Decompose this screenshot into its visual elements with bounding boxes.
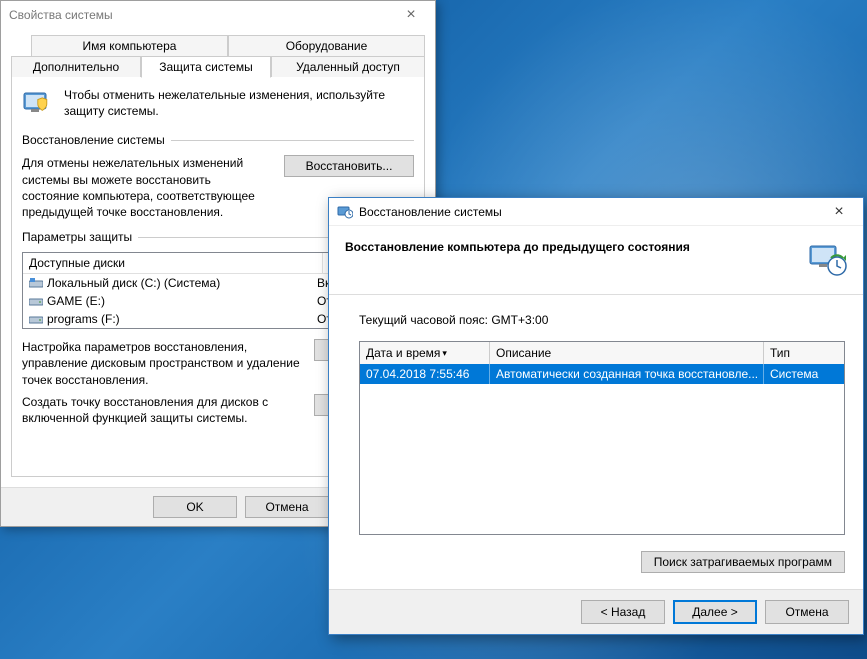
cell-datetime: 07.04.2018 7:55:46 bbox=[360, 364, 490, 384]
col-type[interactable]: Тип bbox=[764, 342, 844, 364]
sort-desc-icon: ▾ bbox=[442, 348, 447, 359]
restore-point-row[interactable]: 07.04.2018 7:55:46 Автоматически созданн… bbox=[360, 364, 844, 384]
drive-name: GAME (E:) bbox=[47, 294, 105, 308]
cancel-button[interactable]: Отмена bbox=[765, 600, 849, 624]
window-title: Свойства системы bbox=[9, 8, 113, 22]
col-datetime[interactable]: Дата и время▾ bbox=[360, 342, 490, 364]
wizard-heading: Восстановление компьютера до предыдущего… bbox=[345, 240, 795, 254]
section-restore-label: Восстановление системы bbox=[22, 133, 414, 147]
tab-system-protection[interactable]: Защита системы bbox=[141, 56, 271, 78]
window-title: Восстановление системы bbox=[359, 205, 502, 219]
restore-button[interactable]: Восстановить... bbox=[284, 155, 414, 177]
ok-button[interactable]: OK bbox=[153, 496, 237, 518]
intro-text: Чтобы отменить нежелательные изменения, … bbox=[64, 87, 414, 119]
titlebar[interactable]: Восстановление системы × bbox=[329, 198, 863, 226]
close-icon[interactable]: × bbox=[819, 203, 859, 221]
restore-points-table: Дата и время▾ Описание Тип 07.04.2018 7:… bbox=[359, 341, 845, 535]
computer-clock-icon bbox=[807, 240, 847, 280]
configure-description: Настройка параметров восстановления, упр… bbox=[22, 339, 300, 388]
next-button[interactable]: Далее > bbox=[673, 600, 757, 624]
col-drives[interactable]: Доступные диски bbox=[23, 253, 323, 273]
cancel-button[interactable]: Отмена bbox=[245, 496, 329, 518]
tab-hardware[interactable]: Оборудование bbox=[228, 35, 425, 56]
create-description: Создать точку восстановления для дисков … bbox=[22, 394, 300, 426]
drive-name: programs (F:) bbox=[47, 312, 120, 326]
restore-description: Для отмены нежелательных изменений систе… bbox=[22, 155, 268, 220]
drive-icon bbox=[29, 296, 43, 306]
col-description[interactable]: Описание bbox=[490, 342, 764, 364]
tab-remote[interactable]: Удаленный доступ bbox=[271, 56, 425, 77]
close-icon[interactable]: × bbox=[391, 6, 431, 24]
cell-description: Автоматически созданная точка восстановл… bbox=[490, 364, 764, 384]
drive-name: Локальный диск (C:) (Система) bbox=[47, 276, 220, 290]
system-drive-icon bbox=[29, 278, 43, 288]
drive-icon bbox=[29, 314, 43, 324]
tab-computer-name[interactable]: Имя компьютера bbox=[31, 35, 228, 56]
timezone-label: Текущий часовой пояс: GMT+3:00 bbox=[359, 313, 845, 327]
system-restore-window: Восстановление системы × Восстановление … bbox=[328, 197, 864, 635]
titlebar[interactable]: Свойства системы × bbox=[1, 1, 435, 29]
table-empty-area bbox=[360, 384, 844, 534]
scan-affected-programs-button[interactable]: Поиск затрагиваемых программ bbox=[641, 551, 845, 573]
cell-type: Система bbox=[764, 364, 844, 384]
tab-advanced[interactable]: Дополнительно bbox=[11, 56, 141, 77]
restore-icon bbox=[337, 204, 353, 220]
back-button[interactable]: < Назад bbox=[581, 600, 665, 624]
wizard-buttons: < Назад Далее > Отмена bbox=[329, 589, 863, 634]
shield-monitor-icon bbox=[22, 87, 54, 119]
wizard-header: Восстановление компьютера до предыдущего… bbox=[329, 226, 863, 295]
